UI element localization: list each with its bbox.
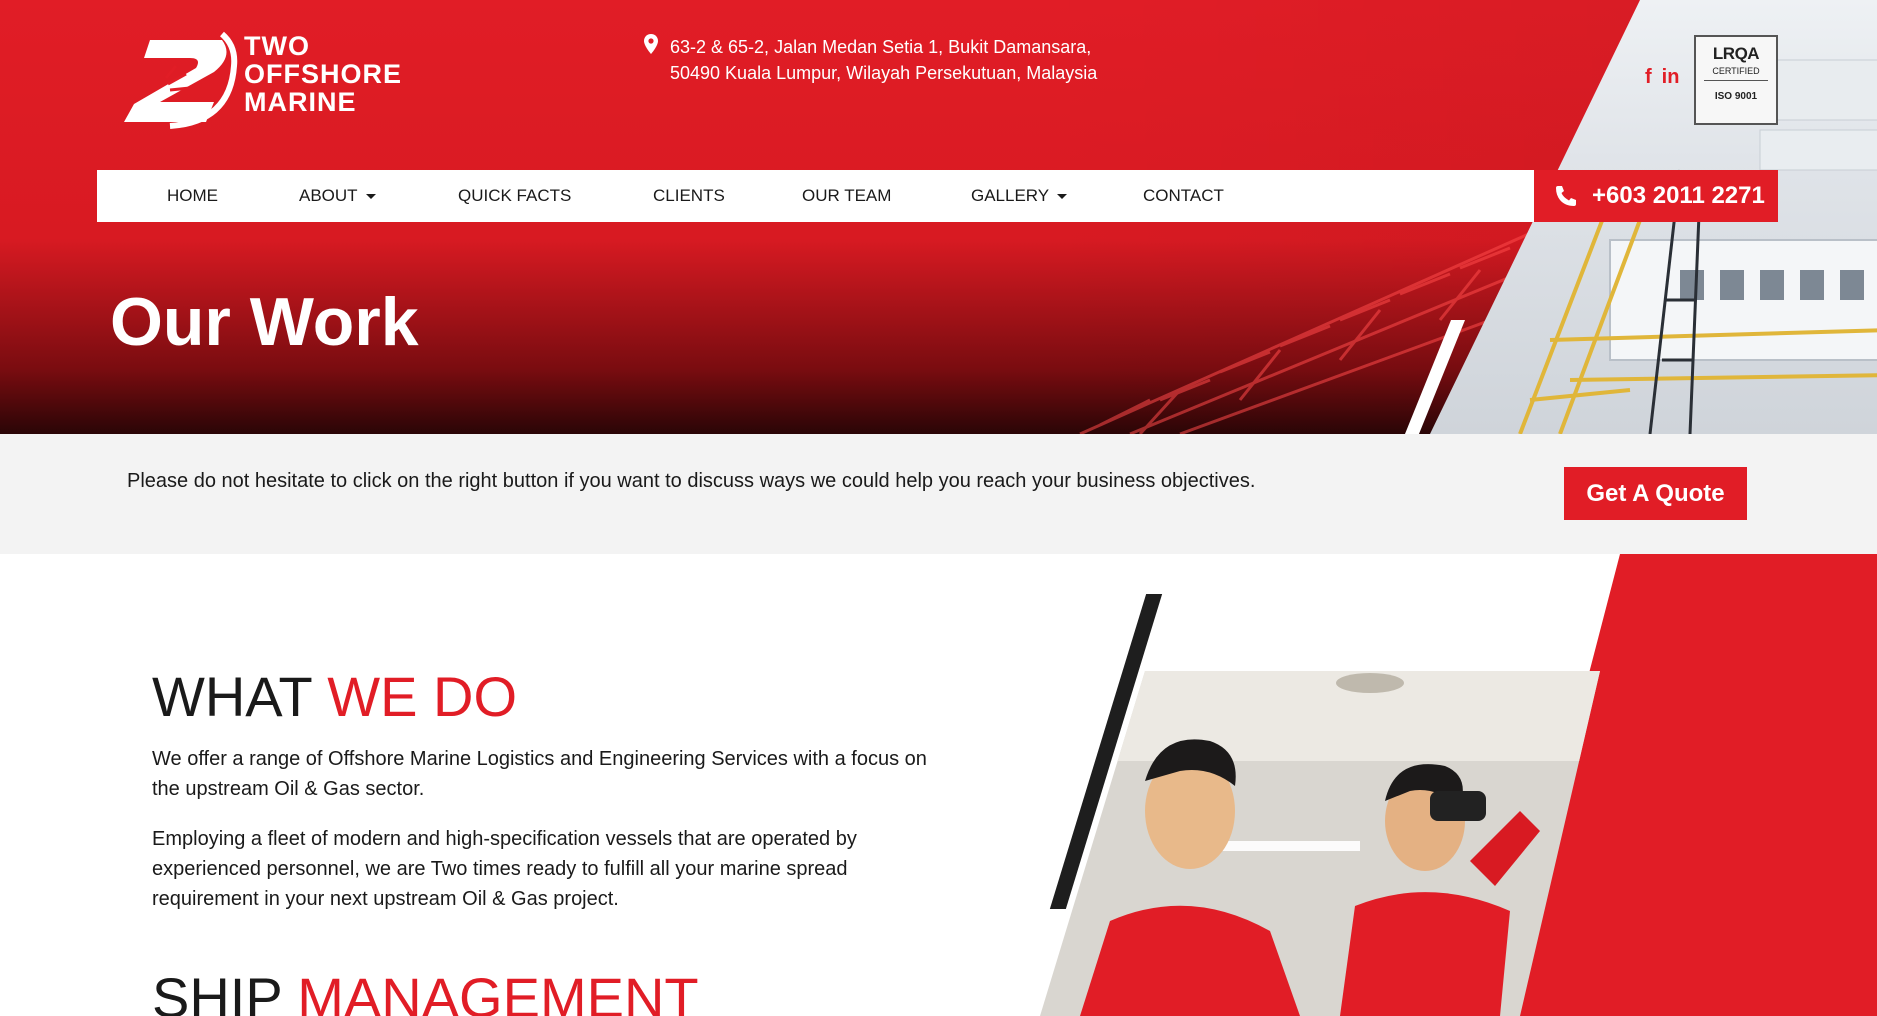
- logo-line-2: OFFSHORE: [244, 59, 403, 89]
- what-we-do-heading-accent: WE DO: [327, 665, 518, 728]
- nav-contact-label: CONTACT: [1143, 186, 1224, 205]
- logo-mark-icon: [124, 31, 238, 129]
- crew-photo-illustration: [1040, 671, 1600, 1016]
- chevron-down-icon: [1057, 194, 1068, 200]
- nav-home-label: HOME: [167, 186, 218, 205]
- ship-management-heading: SHIP MANAGEMENT: [152, 966, 699, 1016]
- cert-divider: [1704, 80, 1768, 81]
- nav-our-team[interactable]: OUR TEAM: [802, 170, 891, 222]
- logo-wordmark: TWO OFFSHORE MARINE: [244, 32, 402, 116]
- social-links: f in: [1645, 66, 1689, 89]
- crew-photo: [1040, 671, 1600, 1016]
- nav-our-team-label: OUR TEAM: [802, 186, 892, 205]
- cta-text: Please do not hesitate to click on the r…: [127, 470, 1256, 492]
- hero-banner: TWO OFFSHORE MARINE 63-2 & 65-2, Jalan M…: [0, 0, 1877, 434]
- nav-quick-facts-label: QUICK FACTS: [458, 186, 572, 205]
- ship-management-heading-accent: MANAGEMENT: [297, 966, 699, 1016]
- map-pin-icon: [644, 34, 658, 54]
- lrqa-certification-badge: LRQA CERTIFIED ISO 9001: [1694, 35, 1778, 125]
- site-logo[interactable]: TWO OFFSHORE MARINE: [110, 26, 470, 136]
- phone-icon: [1556, 186, 1576, 206]
- nav-quick-facts[interactable]: QUICK FACTS: [458, 170, 571, 222]
- nav-home[interactable]: HOME: [167, 170, 218, 222]
- what-we-do-paragraph-2: Employing a fleet of modern and high-spe…: [152, 828, 857, 910]
- nav-about-label: ABOUT: [299, 186, 358, 205]
- nav-contact[interactable]: CONTACT: [1143, 170, 1224, 222]
- address-line-1: 63-2 & 65-2, Jalan Medan Setia 1, Bukit …: [670, 37, 1092, 57]
- nav-gallery-label: GALLERY: [971, 186, 1050, 205]
- address-line-2: 50490 Kuala Lumpur, Wilayah Persekutuan,…: [670, 63, 1098, 83]
- what-we-do-paragraph-1: We offer a range of Offshore Marine Logi…: [152, 748, 927, 800]
- chevron-down-icon: [365, 194, 376, 200]
- cta-band: Please do not hesitate to click on the r…: [0, 434, 1877, 554]
- what-we-do-heading: WHAT WE DO: [152, 665, 517, 729]
- phone-number: +603 2011 2271: [1592, 182, 1765, 209]
- nav-gallery[interactable]: GALLERY: [971, 170, 1068, 222]
- main-navigation: HOME ABOUT QUICK FACTS CLIENTS OUR TEAM …: [97, 170, 1534, 222]
- cert-status: CERTIFIED: [1712, 66, 1760, 76]
- get-a-quote-button[interactable]: Get A Quote: [1564, 467, 1747, 520]
- cert-name: LRQA: [1712, 44, 1760, 63]
- facebook-icon[interactable]: f: [1645, 66, 1652, 88]
- phone-button[interactable]: +603 2011 2271: [1534, 170, 1778, 222]
- nav-clients[interactable]: CLIENTS: [653, 170, 725, 222]
- logo-line-1: TWO: [244, 31, 310, 61]
- logo-line-3: MARINE: [244, 87, 357, 117]
- ship-management-heading-dark: SHIP: [152, 966, 282, 1016]
- what-we-do-section: WHAT WE DO We offer a range of Offshore …: [0, 554, 1877, 1016]
- page-title: Our Work: [110, 284, 419, 360]
- nav-clients-label: CLIENTS: [653, 186, 725, 205]
- cert-standard: ISO 9001: [1714, 91, 1758, 102]
- nav-about[interactable]: ABOUT: [299, 170, 376, 222]
- linkedin-icon[interactable]: in: [1662, 66, 1680, 88]
- what-we-do-heading-dark: WHAT: [152, 665, 312, 728]
